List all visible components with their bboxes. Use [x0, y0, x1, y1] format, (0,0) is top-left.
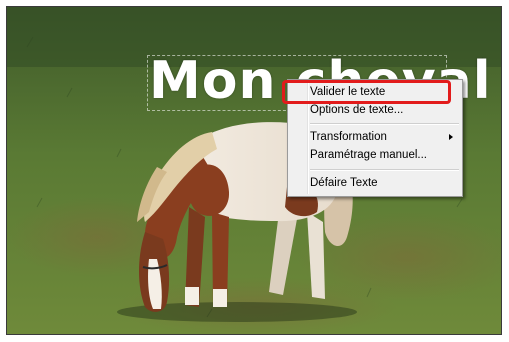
menu-item-transformation-label: Transformation: [310, 131, 387, 143]
highlight-box: [282, 80, 451, 104]
menu-item-manual-settings[interactable]: Paramétrage manuel...: [290, 147, 460, 164]
menu-item-undo-text[interactable]: Défaire Texte: [290, 175, 460, 192]
menu-item-text-options[interactable]: Options de texte...: [290, 102, 460, 119]
menu-separator: [310, 169, 459, 171]
menu-item-transformation[interactable]: Transformation: [290, 129, 460, 146]
menu-separator: [310, 123, 459, 125]
submenu-arrow-icon: [449, 134, 453, 140]
